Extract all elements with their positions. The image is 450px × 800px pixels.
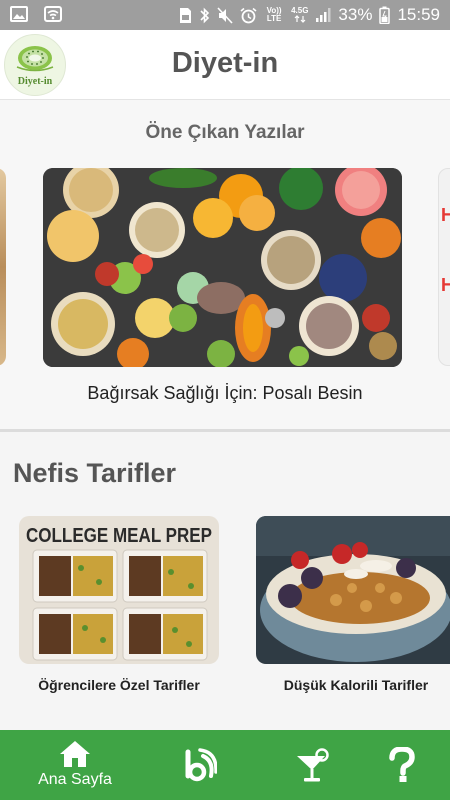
featured-section-title: Öne Çıkan Yazılar — [145, 122, 305, 143]
featured-section: Öne Çıkan Yazılar Bağırsak Sağlığı İçin:… — [0, 100, 450, 430]
featured-card-next[interactable]: H H — [438, 168, 450, 366]
meal-prep-image-text: COLLEGE MEAL PREP — [26, 525, 212, 547]
featured-card-prev[interactable] — [0, 168, 6, 366]
feed-icon — [185, 748, 217, 782]
nav-feed[interactable] — [170, 730, 230, 800]
fiber-foods-image — [43, 168, 402, 367]
bluetooth-icon — [200, 7, 210, 23]
sim-icon — [180, 7, 192, 23]
network-gen-label: 4.5G — [291, 6, 309, 15]
home-icon — [60, 741, 90, 767]
granola-bowl-image — [256, 516, 450, 664]
featured-card[interactable] — [43, 168, 402, 367]
nav-help[interactable] — [372, 730, 432, 800]
app-title: Diyet-in — [171, 47, 279, 79]
nav-home[interactable]: Ana Sayfa — [25, 730, 125, 800]
meal-prep-image: COLLEGE MEAL PREP — [19, 516, 219, 664]
section-divider — [0, 429, 450, 432]
help-icon — [389, 747, 415, 782]
status-bar: Vo)) LTE 4.5G 33% 15:59 — [0, 0, 450, 30]
cocktail-icon — [297, 748, 329, 782]
battery-percent: 33% — [338, 5, 373, 24]
recipes-section-title: Nefis Tarifler — [13, 458, 177, 488]
next-card-letter: H — [441, 205, 450, 226]
recipe-caption-students[interactable]: Öğrencilere Özel Tarifler — [9, 677, 229, 693]
data-arrows-icon — [294, 15, 306, 23]
alarm-icon — [240, 7, 257, 23]
nav-drinks[interactable] — [282, 730, 342, 800]
image-notification-icon — [10, 6, 28, 22]
mute-icon — [217, 6, 233, 24]
battery-icon — [379, 6, 391, 24]
next-card-letter: H — [441, 275, 450, 296]
app-bar: Diyet-in Diyet-in — [0, 30, 450, 100]
featured-card-title[interactable]: Bağırsak Sağlığı İçin: Posalı Besin — [0, 383, 450, 404]
wifi-icon — [44, 6, 62, 22]
clock: 15:59 — [397, 5, 440, 24]
bottom-nav: Ana Sayfa — [0, 730, 450, 800]
recipe-card-students[interactable]: COLLEGE MEAL PREP — [19, 516, 219, 664]
recipe-card-low-calorie[interactable] — [256, 516, 450, 664]
volte-label: Vo)) LTE — [266, 6, 282, 23]
signal-icon — [316, 8, 331, 22]
nav-home-label: Ana Sayfa — [38, 771, 112, 788]
recipe-caption-low-calorie[interactable]: Düşük Kalorili Tarifler — [246, 677, 450, 693]
